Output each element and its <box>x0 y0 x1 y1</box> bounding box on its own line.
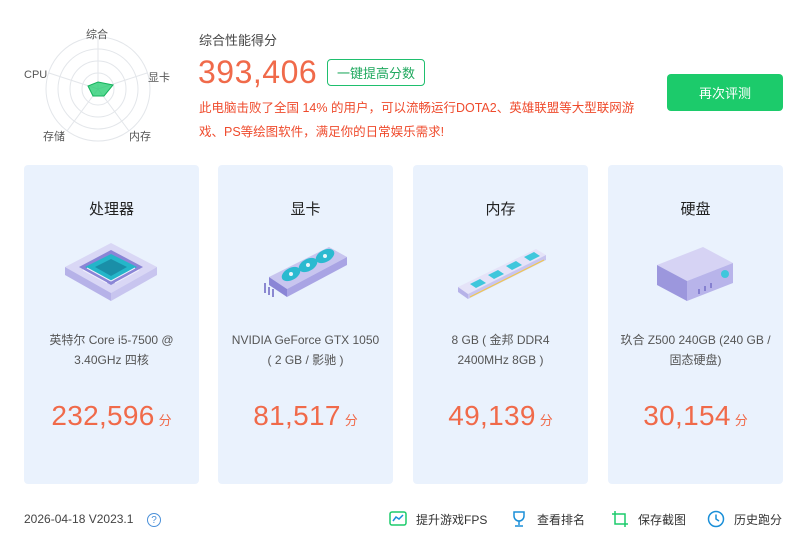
score-description: 此电脑击败了全国 14% 的用户，可以流畅运行DOTA2、英雄联盟等大型联网游戏… <box>199 101 635 139</box>
memory-score: 49,139 分 <box>413 400 588 432</box>
crop-icon <box>612 511 628 527</box>
disk-score: 30,154 分 <box>608 400 783 432</box>
retest-button[interactable]: 再次评测 <box>667 74 783 111</box>
cpu-card: 处理器 英特尔 Core i5-7500 @ 3.40GHz 四核 232,59… <box>24 165 199 484</box>
radar-label-cpu: CPU <box>24 69 48 81</box>
score-unit: 分 <box>734 413 748 428</box>
card-description: NVIDIA GeForce GTX 1050 ( 2 GB / 影驰 ) <box>231 333 380 367</box>
radar-label-storage: 存储 <box>43 131 65 143</box>
performance-radar-chart: 综合 显卡 内存 存储 CPU <box>18 22 178 147</box>
overall-score-title: 综合性能得分 <box>199 33 278 48</box>
view-ranking-link[interactable]: 查看排名 <box>509 508 585 530</box>
version-date-label: 2026-04-18 V2023.1 <box>24 512 134 526</box>
score-number: 232,596 <box>51 400 155 431</box>
view-ranking-label: 查看排名 <box>537 512 586 527</box>
card-title: 硬盘 <box>680 201 711 218</box>
graphics-card-icon <box>264 247 347 297</box>
boost-fps-icon <box>389 511 407 526</box>
history-score-link[interactable]: 历史跑分 <box>706 508 782 530</box>
radar-label-gpu: 显卡 <box>148 72 170 84</box>
score-number: 81,517 <box>253 400 341 431</box>
radar-label-overall: 综合 <box>86 29 108 41</box>
card-title: 内存 <box>485 201 516 218</box>
gpu-score: 81,517 分 <box>218 400 393 432</box>
boost-fps-link[interactable]: 提升游戏FPS <box>388 508 487 530</box>
card-description: 英特尔 Core i5-7500 @ 3.40GHz 四核 <box>49 333 174 367</box>
overall-score-value: 393,406 <box>198 54 318 90</box>
boost-fps-label: 提升游戏FPS <box>416 512 488 527</box>
history-score-label: 历史跑分 <box>734 512 783 527</box>
cpu-score: 232,596 分 <box>24 400 199 432</box>
score-unit: 分 <box>539 413 553 428</box>
cpu-chip-icon <box>65 243 157 301</box>
memory-stick-icon <box>458 249 546 299</box>
card-title: 显卡 <box>290 201 321 218</box>
score-unit: 分 <box>344 413 358 428</box>
save-screenshot-link[interactable]: 保存截图 <box>610 508 686 530</box>
boost-score-button[interactable]: 一键提高分数 <box>327 59 425 86</box>
hard-disk-icon <box>657 247 733 301</box>
trophy-icon <box>513 511 525 527</box>
help-icon[interactable]: ? <box>147 513 161 527</box>
card-description: 8 GB ( 金邦 DDR4 2400MHz 8GB ) <box>451 333 550 367</box>
card-title: 处理器 <box>88 201 134 218</box>
clock-icon <box>707 510 725 528</box>
save-screenshot-label: 保存截图 <box>638 512 687 527</box>
score-unit: 分 <box>158 413 172 428</box>
memory-card: 内存 8 GB ( 金邦 DDR4 2400MHz 8GB ) 49,139 分 <box>413 165 588 484</box>
radar-score-shape <box>87 81 114 97</box>
card-description: 玖合 Z500 240GB (240 GB / 固态硬盘) <box>620 333 771 367</box>
score-number: 49,139 <box>448 400 536 431</box>
disk-card: 硬盘 玖合 Z500 240GB (240 GB / 固态硬盘) 30,154 分 <box>608 165 783 484</box>
gpu-card: 显卡 NVIDIA GeForce GTX 1050 ( 2 GB / 影驰 )… <box>218 165 393 484</box>
radar-label-memory: 内存 <box>129 131 151 143</box>
score-number: 30,154 <box>643 400 731 431</box>
